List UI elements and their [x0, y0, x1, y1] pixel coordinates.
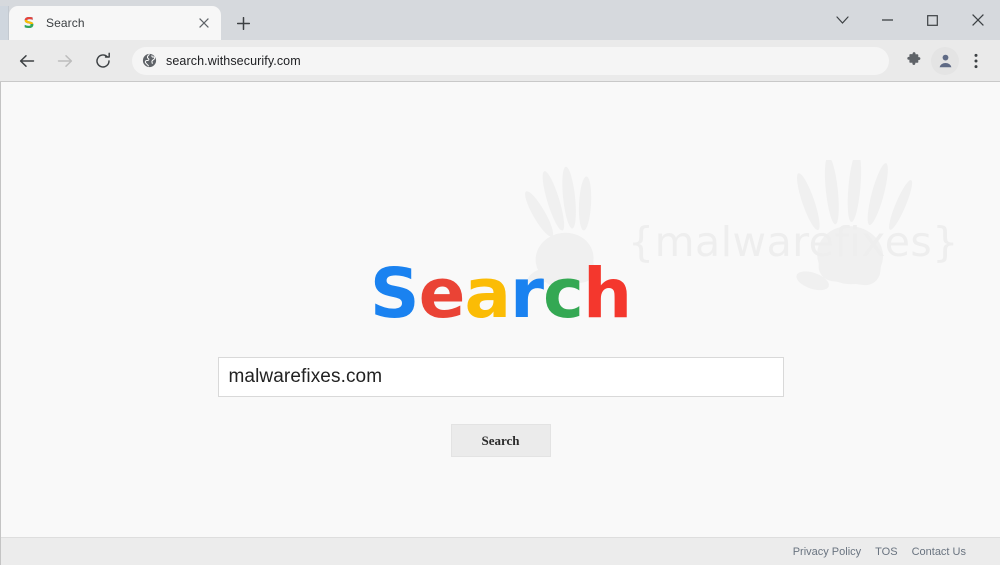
tab-title: Search — [46, 16, 85, 30]
logo-letter-r: r — [510, 254, 544, 334]
logo-letter-h: h — [582, 254, 632, 334]
logo-letter-s: S — [369, 254, 420, 334]
reload-button-icon[interactable] — [88, 46, 118, 76]
chrome-menu-kebab-icon[interactable] — [962, 47, 990, 75]
address-bar[interactable]: search.withsecurify.com — [132, 46, 889, 75]
maximize-button[interactable] — [910, 0, 955, 40]
browser-toolbar: search.withsecurify.com — [0, 40, 1000, 82]
minimize-button[interactable] — [865, 0, 910, 40]
extensions-puzzle-icon[interactable] — [900, 47, 928, 75]
search-input[interactable]: malwarefixes.com — [217, 357, 784, 397]
window-edge-sliver — [0, 6, 9, 40]
tab-search-chevron-icon[interactable] — [820, 0, 865, 40]
tab-close-icon[interactable] — [195, 14, 213, 32]
tab-strip: S S S S Search — [0, 0, 1000, 40]
address-bar-url: search.withsecurify.com — [166, 53, 301, 68]
footer-link-tos[interactable]: TOS — [875, 546, 897, 558]
browser-window: S S S S Search search.withsecurify.com {… — [0, 0, 1000, 565]
logo-letter-c: c — [543, 254, 584, 334]
multicolor-s-favicon: S S S S — [21, 14, 37, 32]
page-footer: Privacy Policy TOS Contact Us — [1, 537, 1000, 565]
forward-button-icon[interactable] — [50, 46, 80, 76]
profile-avatar-icon[interactable] — [931, 46, 959, 75]
search-input-value: malwarefixes.com — [228, 366, 383, 387]
new-tab-button[interactable] — [229, 9, 257, 37]
page-content: Search malwarefixes.com Search — [1, 82, 1000, 537]
search-logo: Search — [370, 260, 632, 329]
page-viewport: {malwarefixes} Search malwarefixes.com S… — [0, 82, 1000, 565]
footer-link-privacy-policy[interactable]: Privacy Policy — [793, 546, 861, 558]
window-controls — [820, 0, 1000, 40]
back-button-icon[interactable] — [12, 46, 42, 76]
logo-letter-a: a — [464, 254, 511, 334]
globe-icon — [142, 53, 157, 68]
footer-link-contact-us[interactable]: Contact Us — [912, 546, 966, 558]
close-button[interactable] — [955, 0, 1000, 40]
search-button[interactable]: Search — [450, 424, 551, 457]
browser-tab-search[interactable]: S S S S Search — [9, 6, 221, 40]
logo-letter-e: e — [418, 254, 466, 334]
